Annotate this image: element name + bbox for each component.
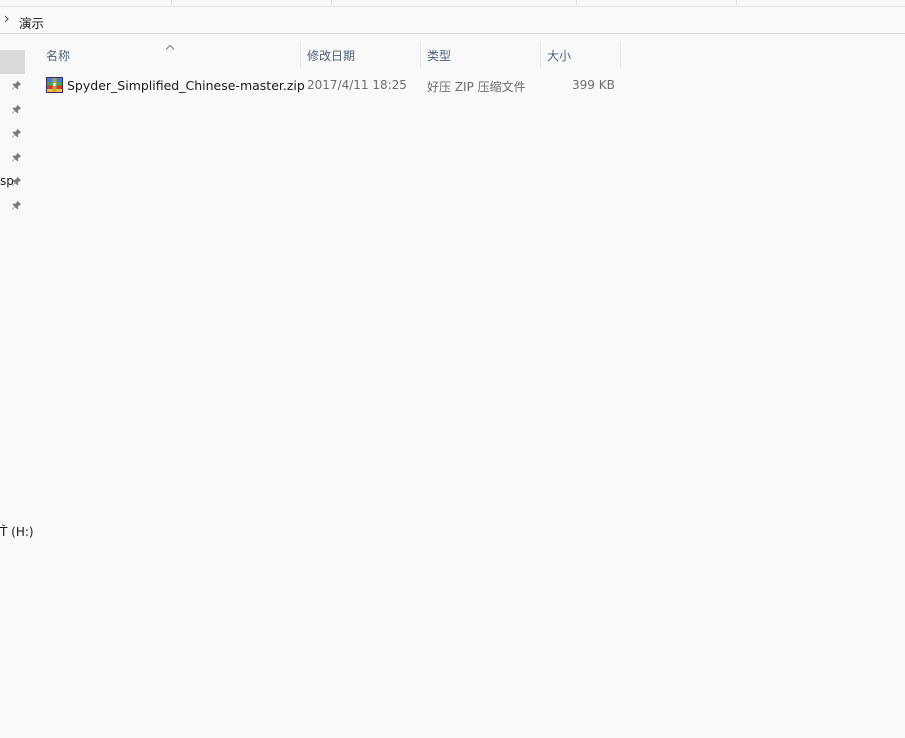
- column-header-size[interactable]: 大小: [541, 42, 620, 68]
- zip-archive-icon: [46, 77, 63, 93]
- drive-label: (H:): [11, 525, 34, 539]
- pin-icon: [11, 152, 22, 163]
- file-list-row[interactable]: Spyder_Simplified_Chinese-master.zip 201…: [42, 73, 620, 97]
- nav-item-pinned[interactable]: [0, 76, 26, 96]
- nav-item-pinned[interactable]: [0, 100, 26, 120]
- column-resize-handle[interactable]: [620, 42, 621, 68]
- pin-icon: [11, 200, 22, 211]
- breadcrumb-item[interactable]: 演示: [19, 13, 44, 32]
- pin-icon: [11, 176, 22, 187]
- window-top-edge: [0, 0, 905, 7]
- divider: [736, 0, 737, 5]
- file-size: 399 KB: [572, 78, 615, 92]
- nav-item-pinned[interactable]: sp: [0, 172, 26, 192]
- file-type: 好压 ZIP 压缩文件: [427, 80, 526, 94]
- file-modified-date: 2017/4/11 18:25: [307, 78, 407, 92]
- divider: [171, 0, 172, 5]
- divider: [331, 0, 332, 5]
- column-header-label: 大小: [547, 49, 572, 63]
- pin-icon: [11, 104, 22, 115]
- column-header-name[interactable]: 名称: [42, 42, 300, 68]
- column-header-label: 修改日期: [307, 49, 356, 63]
- nav-item-pinned[interactable]: [0, 124, 26, 144]
- column-header-label: 类型: [427, 49, 452, 63]
- column-header-type[interactable]: 类型: [421, 42, 540, 68]
- address-bar[interactable]: 演示: [0, 7, 905, 34]
- chevron-right-icon[interactable]: [4, 13, 10, 25]
- file-name: Spyder_Simplified_Chinese-master.zip: [67, 78, 305, 93]
- column-header-label: 名称: [46, 49, 71, 63]
- nav-item-drive[interactable]: Ť (H:): [0, 525, 34, 539]
- nav-item-pinned[interactable]: [0, 148, 26, 168]
- pin-icon: [11, 128, 22, 139]
- drive-prefix: Ť: [0, 525, 8, 539]
- column-header-modified[interactable]: 修改日期: [301, 42, 420, 68]
- divider: [576, 0, 577, 5]
- nav-item-selected[interactable]: [0, 50, 25, 74]
- nav-item-pinned[interactable]: [0, 196, 26, 216]
- pin-icon: [11, 80, 22, 91]
- navigation-pane: sp: [0, 34, 26, 738]
